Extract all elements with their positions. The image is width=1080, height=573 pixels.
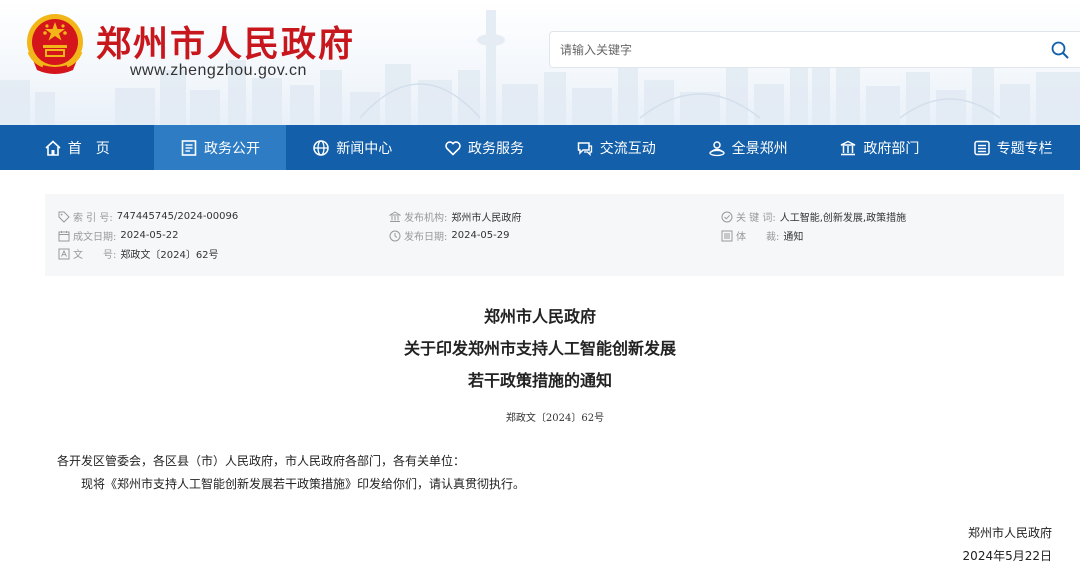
document-icon bbox=[180, 139, 198, 157]
home-icon bbox=[44, 139, 62, 157]
nav-item-government-affairs[interactable]: 政务公开 bbox=[153, 125, 287, 170]
text-box-icon bbox=[58, 248, 70, 260]
nav-item-home[interactable]: 首 页 bbox=[0, 125, 154, 170]
building-icon bbox=[839, 139, 857, 157]
nav-item-news-center[interactable]: 新闻中心 bbox=[286, 125, 418, 170]
document-salutation: 各开发区管委会，各区县（市）人民政府，市人民政府各部门，各有关单位： bbox=[57, 454, 466, 468]
document-title-line-1: 郑州市人民政府 bbox=[483, 307, 596, 326]
search-input[interactable] bbox=[560, 32, 1040, 67]
nav-item-label: 交流互动 bbox=[599, 140, 656, 157]
document-paragraph: 现将《郑州市支持人工智能创新发展若干政策措施》印发给你们，请认真贯彻执行。 bbox=[81, 477, 526, 491]
nav-item-label: 新闻中心 bbox=[336, 140, 393, 157]
nav-item-panorama[interactable]: 全景郑州 bbox=[682, 125, 814, 170]
nav-item-government-services[interactable]: 政务服务 bbox=[418, 125, 550, 170]
search-icon bbox=[1051, 41, 1069, 58]
document-title-line-2: 关于印发郑州市支持人工智能创新发展 bbox=[403, 339, 676, 358]
meta-document-number: 文 号: 郑政文〔2024〕62号 bbox=[58, 246, 219, 261]
nav-item-label: 专题专栏 bbox=[996, 140, 1053, 157]
document-title-line-3: 若干政策措施的通知 bbox=[467, 371, 612, 390]
site-title: 郑州市人民政府 bbox=[96, 25, 356, 65]
main-nav: 首 页 政务公开 新闻中心 政务服务 交流互动 全景郑州 政府部门 专题专栏 bbox=[0, 125, 1080, 170]
chat-icon bbox=[576, 139, 594, 157]
tag-icon bbox=[58, 211, 70, 223]
national-emblem-icon bbox=[23, 12, 87, 78]
meta-written-date: 成文日期: 2024-05-22 bbox=[58, 228, 179, 243]
nav-item-label: 政府部门 bbox=[863, 140, 920, 157]
meta-genre: 体 裁: 通知 bbox=[721, 228, 803, 243]
list-icon bbox=[973, 139, 991, 157]
search-box bbox=[549, 31, 1080, 68]
meta-index-number: 索 引 号: 747445745/2024-00096 bbox=[58, 209, 238, 224]
nav-item-special-topics[interactable]: 专题专栏 bbox=[945, 125, 1080, 170]
check-circle-icon bbox=[721, 211, 733, 223]
document-number: 郑政文〔2024〕62号 bbox=[505, 413, 605, 424]
site-url: www.zhengzhou.gov.cn bbox=[130, 62, 307, 79]
meta-issuer: 发布机构: 郑州市人民政府 bbox=[389, 209, 521, 224]
calendar-icon bbox=[58, 230, 70, 242]
clock-icon bbox=[389, 230, 401, 242]
meta-keywords: 关 键 词: 人工智能,创新发展,政策措施 bbox=[721, 209, 906, 224]
heart-icon bbox=[444, 139, 462, 157]
nav-item-label: 全景郑州 bbox=[731, 140, 788, 157]
site-header: 郑州市人民政府 www.zhengzhou.gov.cn bbox=[0, 0, 1080, 125]
nav-item-interaction[interactable]: 交流互动 bbox=[550, 125, 682, 170]
nav-item-label: 政务服务 bbox=[468, 140, 525, 157]
nav-item-departments[interactable]: 政府部门 bbox=[813, 125, 945, 170]
list-box-icon bbox=[721, 230, 733, 242]
document-date: 2024年5月22日 bbox=[962, 549, 1052, 563]
search-button[interactable] bbox=[1040, 32, 1080, 67]
institution-icon bbox=[389, 210, 401, 223]
panorama-icon bbox=[708, 139, 726, 157]
nav-item-label: 政务公开 bbox=[203, 140, 260, 157]
globe-icon bbox=[312, 139, 330, 157]
meta-published-date: 发布日期: 2024-05-29 bbox=[389, 228, 510, 243]
document-signature: 郑州市人民政府 bbox=[967, 526, 1052, 540]
nav-item-label: 首 页 bbox=[67, 140, 110, 157]
document-meta-panel: 索 引 号: 747445745/2024-00096 成文日期: 2024-0… bbox=[45, 194, 1064, 276]
